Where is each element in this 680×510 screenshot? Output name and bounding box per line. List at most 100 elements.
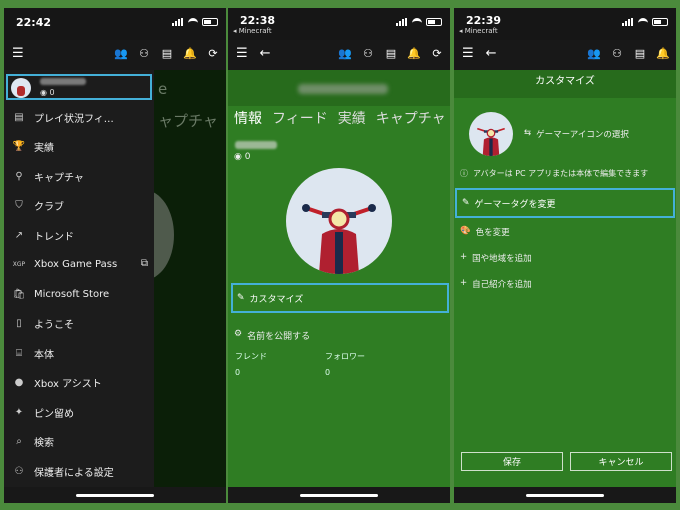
- tab-info[interactable]: 情報: [234, 108, 262, 128]
- customize-button[interactable]: ✎ カスタマイズ: [231, 283, 449, 313]
- menu-item-game-pass[interactable]: XGP Xbox Game Pass ⧉: [4, 252, 154, 278]
- menu-item-clubs[interactable]: ⛉ クラブ: [4, 193, 154, 219]
- menu-item-label: キャプチャ: [34, 172, 84, 184]
- notifications-icon[interactable]: 🔔: [407, 47, 421, 60]
- phone-screen-menu: 22:42 ☰ 👥 ⚇ ▤ 🔔 ⟳ e ャプチャ ◉ 0 ▤ プレイ状況フィ… 🏆 実…: [4, 8, 226, 503]
- status-bar: 22:38 ◂ Minecraft: [228, 8, 450, 40]
- menu-item-label: ピン留め: [34, 408, 74, 420]
- battery-icon: [426, 18, 442, 26]
- menu-item-label: 保護者による設定: [34, 467, 114, 479]
- phone-screen-profile: 22:38 ◂ Minecraft ☰ ← 👥 ⚇ ▤ 🔔 ⟳ 情報 フィード 実…: [228, 8, 450, 503]
- party-icon[interactable]: ⚇: [610, 47, 624, 60]
- save-button[interactable]: 保存: [461, 452, 563, 471]
- notifications-icon[interactable]: 🔔: [656, 47, 670, 60]
- capture-icon: ⚲: [15, 170, 23, 182]
- menu-item-pins[interactable]: ✦ ピン留め: [4, 399, 154, 425]
- messages-icon[interactable]: ▤: [633, 47, 647, 60]
- back-to-app-link[interactable]: ◂ Minecraft: [459, 27, 498, 35]
- publish-name-button[interactable]: ⚙ 名前を公開する: [234, 329, 310, 342]
- menu-item-label: Microsoft Store: [34, 288, 110, 300]
- external-link-icon: ⧉: [140, 257, 148, 269]
- pencil-icon: ✎: [237, 293, 245, 303]
- app-toolbar: ☰ 👥 ⚇ ▤ 🔔 ⟳: [4, 40, 226, 70]
- profile-tabs: 情報 フィード 実績 キャプチャ: [234, 108, 446, 128]
- tab-feed[interactable]: フィード: [272, 108, 328, 128]
- gamerscore: ◉ 0: [40, 88, 55, 97]
- avatar: [11, 78, 31, 98]
- menu-item-activity-feed[interactable]: ▤ プレイ状況フィ…: [4, 104, 154, 130]
- signal-icon: [622, 18, 634, 26]
- scooter-avatar-icon: [302, 204, 376, 274]
- battery-icon: [652, 18, 668, 26]
- shield-icon: ⛉: [15, 200, 23, 211]
- friends-icon[interactable]: 👥: [338, 47, 352, 60]
- tab-captures[interactable]: キャプチャ: [376, 108, 446, 128]
- cancel-button[interactable]: キャンセル: [570, 452, 672, 471]
- menu-item-label: Xbox アシスト: [34, 379, 102, 390]
- menu-item-label: ようこそ: [34, 320, 74, 331]
- menu-item-parental-controls[interactable]: ⚇ 保護者による設定: [4, 458, 154, 484]
- gamerscore: ◉ 0: [234, 152, 251, 162]
- change-gamertag-label: ゲーマータグを変更: [474, 199, 556, 210]
- refresh-icon[interactable]: ⟳: [430, 47, 444, 60]
- status-bar: 22:42: [4, 8, 226, 40]
- party-icon[interactable]: ⚇: [137, 47, 151, 60]
- add-bio-button[interactable]: + 自己紹介を追加: [460, 278, 532, 290]
- pencil-icon: ✎: [462, 198, 470, 208]
- party-icon[interactable]: ⚇: [361, 47, 375, 60]
- avatar-note: ⓘ アバターは PC アプリまたは本体で編集できます: [460, 168, 648, 179]
- menu-item-console[interactable]: ⌸ 本体: [4, 340, 154, 366]
- dimmed-background[interactable]: e ャプチャ: [114, 70, 226, 487]
- page-title: カスタマイズ: [454, 70, 676, 98]
- menu-item-label: 本体: [34, 349, 54, 361]
- clock: 22:38: [240, 14, 276, 27]
- add-bio-label: 自己紹介を追加: [472, 280, 532, 290]
- swap-icon: ⇆: [524, 128, 532, 138]
- menu-item-microsoft-store[interactable]: 🛍 Microsoft Store: [4, 281, 154, 307]
- menu-item-label: 実績: [34, 143, 54, 154]
- notifications-icon[interactable]: 🔔: [183, 47, 197, 60]
- change-color-label: 色を変更: [475, 228, 510, 238]
- home-indicator: [454, 487, 676, 503]
- menu-item-trending[interactable]: ↗ トレンド: [4, 222, 154, 248]
- menu-item-label: Xbox Game Pass: [34, 259, 118, 270]
- back-arrow-icon[interactable]: ←: [260, 46, 271, 61]
- profile-item[interactable]: ◉ 0: [6, 74, 152, 100]
- select-gamerpic-label: ゲーマーアイコンの選択: [536, 130, 629, 140]
- messages-icon[interactable]: ▤: [160, 47, 174, 60]
- friends-icon[interactable]: 👥: [114, 47, 128, 60]
- back-arrow-icon[interactable]: ←: [486, 46, 497, 61]
- avatar-note-text: アバターは PC アプリまたは本体で編集できます: [473, 169, 649, 178]
- menu-item-achievements[interactable]: 🏆 実績: [4, 134, 154, 160]
- messages-icon[interactable]: ▤: [384, 47, 398, 60]
- menu-item-xbox-assist[interactable]: ● Xbox アシスト: [4, 370, 154, 396]
- menu-item-search[interactable]: ⌕ 検索: [4, 429, 154, 455]
- change-color-button[interactable]: 🎨 色を変更: [460, 226, 510, 238]
- select-gamerpic-button[interactable]: ⇆ ゲーマーアイコンの選択: [524, 128, 629, 140]
- friends-label: フレンド: [235, 352, 267, 361]
- refresh-icon[interactable]: ⟳: [206, 47, 220, 60]
- friends-icon[interactable]: 👥: [587, 47, 601, 60]
- menu-item-label: プレイ状況フィ…: [34, 113, 114, 125]
- hamburger-menu-icon[interactable]: ☰: [462, 46, 474, 61]
- feed-icon: ▤: [14, 111, 24, 123]
- navigation-drawer: ◉ 0 ▤ プレイ状況フィ… 🏆 実績 ⚲ キャプチャ ⛉ クラブ ↗ トレンド XGP Xbox G…: [4, 70, 154, 487]
- avatar: [286, 168, 392, 274]
- home-indicator: [4, 487, 226, 503]
- add-region-button[interactable]: + 国や地域を追加: [460, 252, 532, 264]
- gear-icon: ⚙: [234, 329, 243, 339]
- menu-item-captures[interactable]: ⚲ キャプチャ: [4, 163, 154, 189]
- menu-item-welcome[interactable]: ▯ ようこそ: [4, 311, 154, 337]
- back-to-app-link[interactable]: ◂ Minecraft: [233, 27, 272, 35]
- hamburger-menu-icon[interactable]: ☰: [236, 46, 248, 61]
- palette-icon: 🎨: [460, 226, 471, 236]
- tab-achievements[interactable]: 実績: [338, 108, 366, 128]
- phone-screen-customize: 22:39 ◂ Minecraft ☰ ← 👥 ⚇ ▤ 🔔 カスタマイズ ⇆ ゲー…: [454, 8, 676, 503]
- hamburger-menu-icon[interactable]: ☰: [12, 46, 24, 61]
- change-gamertag-button[interactable]: ✎ ゲーマータグを変更: [455, 188, 675, 218]
- console-icon: ⌸: [16, 347, 22, 359]
- followers-label: フォロワー: [325, 352, 365, 361]
- wifi-icon: [412, 18, 422, 26]
- blurred-gamertag: [298, 84, 388, 94]
- signal-icon: [396, 18, 408, 26]
